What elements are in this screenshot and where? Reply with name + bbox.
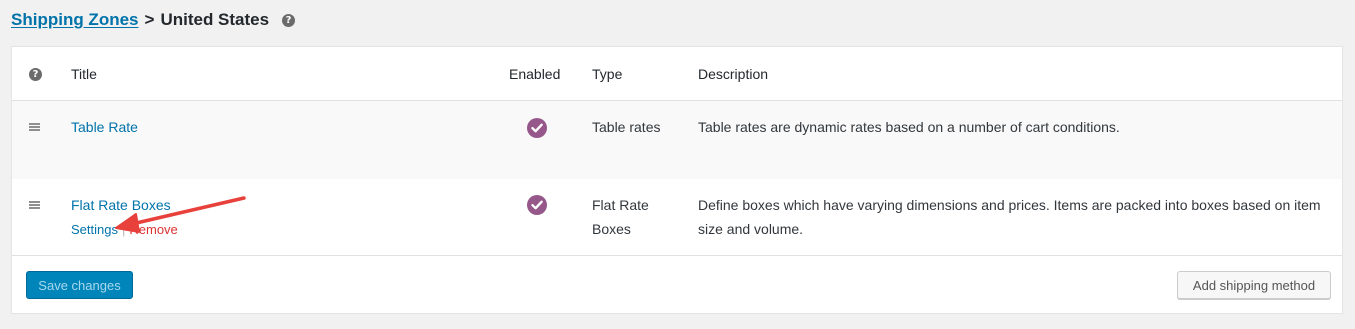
drag-handle-icon[interactable] [29, 123, 40, 131]
column-header-enabled: Enabled [509, 66, 561, 82]
question-circle-icon[interactable]: ? [29, 68, 42, 81]
shipping-methods-table: ? Title Enabled Type Description Table R… [11, 46, 1343, 314]
red-arrow-icon [115, 196, 246, 233]
checkmark-circle-icon[interactable] [527, 118, 547, 138]
breadcrumb-separator: > [144, 10, 155, 29]
help-icon[interactable]: ? [282, 13, 296, 27]
method-type: Table rates [592, 119, 661, 135]
method-title-cell: Table Rate [71, 115, 138, 139]
method-type: Flat Rate Boxes [592, 197, 649, 237]
table-row: Table Rate Table rates Table rates are d… [12, 101, 1342, 179]
table-rate-link[interactable]: Table Rate [71, 119, 138, 135]
shipping-zones-link[interactable]: Shipping Zones [11, 10, 139, 30]
method-description: Define boxes which have varying dimensio… [698, 197, 1321, 237]
column-header-description: Description [698, 66, 769, 82]
page-heading: Shipping Zones > United States ? [11, 8, 296, 32]
column-header-type: Type [592, 66, 623, 82]
column-header-title: Title [71, 66, 97, 82]
settings-link[interactable]: Settings [71, 222, 118, 237]
drag-handle-icon[interactable] [29, 201, 40, 209]
add-shipping-method-button[interactable]: Add shipping method [1177, 271, 1331, 299]
method-description: Table rates are dynamic rates based on a… [698, 119, 1120, 135]
zone-name: United States [160, 10, 270, 29]
table-footer: Save changes Add shipping method [12, 256, 1342, 313]
table-header: ? Title Enabled Type Description [12, 47, 1342, 101]
checkmark-circle-icon[interactable] [527, 195, 547, 215]
save-changes-button[interactable]: Save changes [26, 271, 133, 299]
